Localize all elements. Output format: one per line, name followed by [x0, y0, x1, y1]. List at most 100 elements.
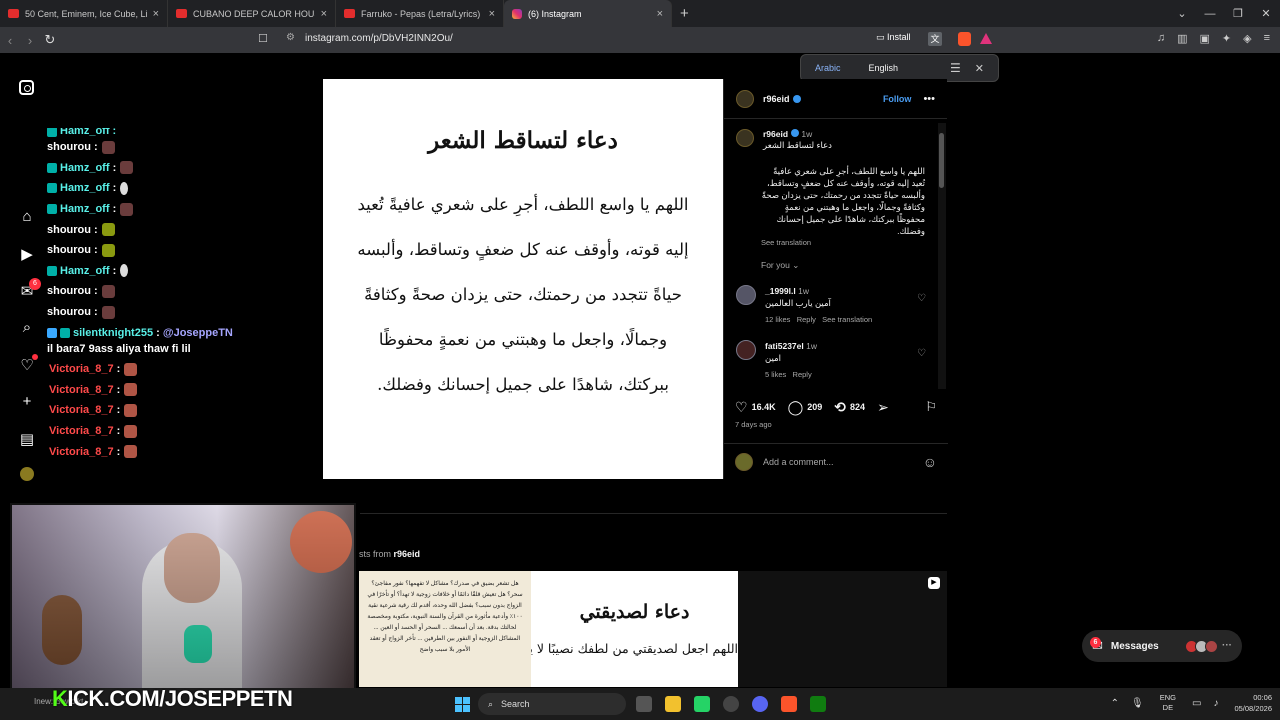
translate-icon[interactable]: 文: [928, 32, 942, 46]
post-thumbnail[interactable]: ▶: [738, 571, 947, 687]
heart-icon[interactable]: ♡: [16, 354, 38, 393]
verified-icon: [791, 129, 800, 137]
microphone-icon[interactable]: 🎙: [1131, 698, 1144, 709]
more-posts-username[interactable]: r96eid: [394, 549, 421, 559]
emoji-icon[interactable]: ☺: [923, 454, 937, 470]
task-view-icon[interactable]: [636, 696, 652, 712]
music-icon[interactable]: ♫: [1157, 32, 1165, 45]
comments-scrollbar[interactable]: [938, 123, 946, 389]
install-app-button[interactable]: ▭ Install: [876, 32, 911, 43]
back-button[interactable]: ‹: [0, 33, 20, 48]
browser-tab-active[interactable]: (6) Instagram ×: [504, 0, 672, 27]
comment-likes[interactable]: 12 likes: [765, 315, 790, 324]
reload-button[interactable]: ↻: [40, 32, 60, 48]
obs-icon[interactable]: [723, 696, 739, 712]
author-username[interactable]: r96eid: [763, 94, 790, 104]
browser-tab[interactable]: 50 Cent, Eminem, Ice Cube, Lil Jon, 2Pac…: [0, 0, 168, 27]
volume-icon[interactable]: ♪: [1213, 698, 1218, 709]
close-tab-icon[interactable]: ×: [489, 8, 495, 20]
taskbar-search[interactable]: ⌕ Search: [478, 693, 626, 715]
bookmark-icon[interactable]: ☐: [258, 32, 268, 45]
close-tab-icon[interactable]: ×: [657, 8, 663, 20]
browser-tab[interactable]: CUBANO DEEP CALOR HOUSE| Quieres×: [168, 0, 336, 27]
windows-start-icon[interactable]: [455, 697, 470, 712]
search-icon[interactable]: ⌕: [16, 319, 38, 356]
vpn-icon[interactable]: ◈: [1243, 32, 1251, 45]
more-posts-prefix: sts from: [359, 549, 392, 559]
wallet-icon[interactable]: ▣: [1199, 32, 1209, 45]
see-translation-link[interactable]: See translation: [761, 238, 938, 247]
messages-button[interactable]: ✉ 6 Messages ···: [1082, 630, 1242, 662]
comment-username[interactable]: fati5237el: [765, 341, 804, 351]
translate-target-language[interactable]: English: [855, 54, 913, 82]
site-info-icon[interactable]: ⚙: [286, 32, 295, 43]
scrollbar-thumb[interactable]: [939, 133, 944, 188]
brave-shields-icon[interactable]: [958, 32, 971, 46]
post-thumbnail[interactable]: دعاء لصديقتي اللهم اجعل لصديقتي من لطفك …: [531, 571, 738, 687]
file-explorer-icon[interactable]: [665, 696, 681, 712]
more-options-icon[interactable]: •••: [923, 93, 935, 105]
reply-link[interactable]: Reply: [793, 370, 812, 379]
close-tab-icon[interactable]: ×: [321, 8, 327, 20]
discord-icon[interactable]: [752, 696, 768, 712]
whatsapp-icon[interactable]: [694, 696, 710, 712]
home-icon[interactable]: ⌂: [16, 208, 38, 245]
like-count[interactable]: 16.4K: [752, 402, 776, 412]
network-icon[interactable]: ▭: [1192, 698, 1201, 709]
post-image[interactable]: دعاء لتساقط الشعر اللهم يا واسع اللطف، أ…: [323, 79, 723, 479]
close-tab-icon[interactable]: ×: [153, 8, 159, 20]
messages-icon[interactable]: ✉ 6: [16, 278, 41, 319]
close-window-button[interactable]: ✕: [1252, 7, 1280, 20]
for-you-dropdown[interactable]: For you ⌄: [761, 260, 938, 271]
reply-link[interactable]: Reply: [797, 315, 816, 324]
like-comment-icon[interactable]: ♡: [917, 348, 926, 381]
create-icon[interactable]: +: [16, 393, 38, 430]
post-actions: ♡ 16.4K ◯ 209 ⟲ 824 ➢ ⚐: [724, 397, 948, 417]
save-icon[interactable]: ⚐: [925, 399, 937, 415]
tab-list-icon[interactable]: ⌄: [1168, 7, 1196, 20]
like-icon[interactable]: ♡: [735, 399, 748, 416]
author-avatar[interactable]: [736, 129, 754, 147]
brave-rewards-icon[interactable]: [980, 33, 992, 44]
dashboard-icon[interactable]: ▤: [16, 430, 38, 467]
add-comment-input[interactable]: Add a comment...: [763, 457, 834, 467]
commenter-avatar[interactable]: [736, 340, 756, 360]
follow-button[interactable]: Follow: [883, 94, 912, 104]
profile-avatar[interactable]: [16, 467, 38, 504]
maximize-button[interactable]: ❐: [1224, 7, 1252, 20]
comment-icon[interactable]: ◯: [788, 399, 804, 416]
sidebar-icon[interactable]: ▥: [1177, 32, 1187, 45]
chevron-up-icon[interactable]: ⌃: [1111, 698, 1119, 709]
post-thumbnail[interactable]: هل تشعر بضيق في صدرك؟ مشاكل لا تفهمها؟ ن…: [359, 571, 531, 687]
brave-browser-icon[interactable]: [781, 696, 797, 712]
repost-count[interactable]: 824: [850, 402, 865, 412]
messages-label: Messages: [1110, 640, 1159, 652]
author-avatar[interactable]: [736, 89, 754, 108]
comment-likes[interactable]: 5 likes: [765, 370, 786, 379]
forward-button[interactable]: ›: [20, 33, 40, 48]
language-indicator[interactable]: ENG DE: [1160, 693, 1176, 713]
browser-tab[interactable]: Farruko - Pepas (Letra/Lyrics) - YouTube…: [336, 0, 504, 27]
see-translation-link[interactable]: See translation: [822, 315, 872, 324]
translate-options-icon[interactable]: ☰: [950, 61, 961, 75]
extensions-icon[interactable]: ✦: [1222, 32, 1231, 45]
repost-icon[interactable]: ⟲: [834, 399, 846, 416]
chat-emote-icon: [124, 362, 138, 376]
comment-count[interactable]: 209: [807, 402, 822, 412]
instagram-logo[interactable]: [19, 80, 34, 95]
comment-username[interactable]: _1999l.l: [765, 286, 796, 296]
menu-icon[interactable]: ≡: [1264, 32, 1270, 45]
like-comment-icon[interactable]: ♡: [917, 293, 926, 326]
minimize-button[interactable]: —: [1196, 8, 1224, 20]
translate-source-language[interactable]: Arabic: [801, 54, 855, 82]
reels-icon[interactable]: ▶: [16, 245, 38, 282]
xbox-icon[interactable]: [810, 696, 826, 712]
translate-close-icon[interactable]: ✕: [975, 62, 984, 75]
new-tab-button[interactable]: +: [680, 5, 689, 22]
caption-username[interactable]: r96eid: [763, 129, 788, 139]
commenter-avatar[interactable]: [736, 285, 756, 305]
browser-tab-bar: 50 Cent, Eminem, Ice Cube, Lil Jon, 2Pac…: [0, 0, 1280, 27]
clock[interactable]: 00:06 05/08/2026: [1234, 692, 1272, 714]
url-field[interactable]: instagram.com/p/DbVH2INN2Ou/: [305, 33, 453, 44]
share-icon[interactable]: ➢: [877, 399, 889, 416]
